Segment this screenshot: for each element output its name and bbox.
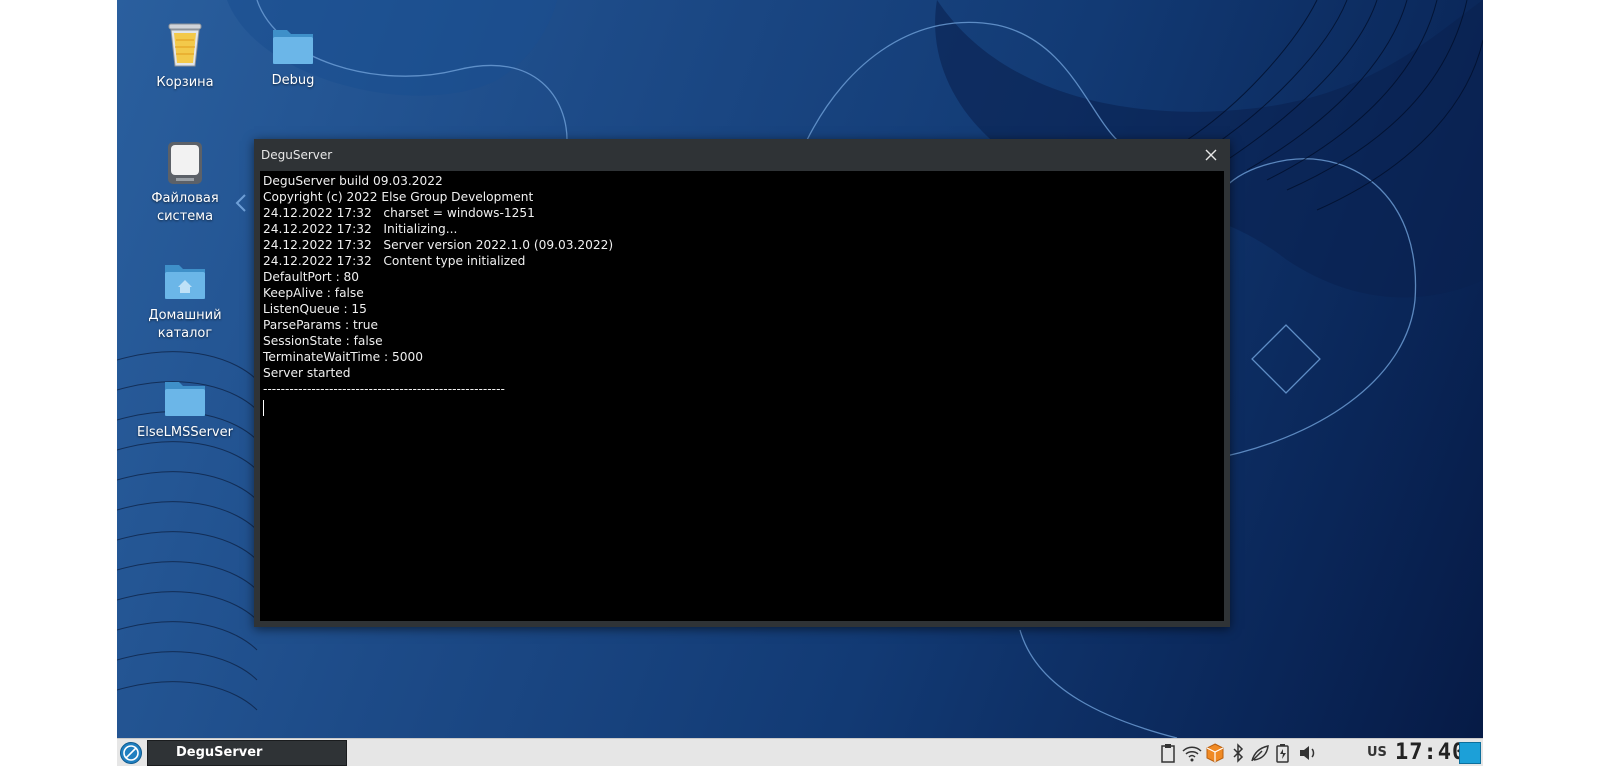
battery-icon[interactable] <box>1272 743 1294 763</box>
desktop-icon-label: Файловая система <box>151 191 219 224</box>
deguserver-window: DeguServer DeguServer build 09.03.2022 Co… <box>254 139 1230 627</box>
clock[interactable]: 17:40 <box>1395 740 1466 765</box>
console-line: Copyright (c) 2022 Else Group Developmen… <box>263 190 534 204</box>
console-output[interactable]: DeguServer build 09.03.2022 Copyright (c)… <box>260 171 1224 621</box>
desktop-icon-label: ElseLMSServer <box>137 425 233 440</box>
desktop-icon-label: Debug <box>271 73 315 88</box>
console-line: 24.12.2022 17:32 Server version 2022.1.0… <box>263 238 614 252</box>
text-cursor <box>263 400 264 416</box>
start-menu-button[interactable] <box>119 741 143 765</box>
clipboard-icon[interactable] <box>1157 743 1179 763</box>
close-icon <box>1205 149 1217 161</box>
console-line: DefaultPort : 80 <box>263 270 360 284</box>
console-line: 24.12.2022 17:32 Initializing... <box>263 222 458 236</box>
close-button[interactable] <box>1198 143 1224 167</box>
taskbar-item-deguserver[interactable]: DeguServer <box>147 740 347 766</box>
console-line: TerminateWaitTime : 5000 <box>263 350 423 364</box>
desktop-icon-label: Домашний каталог <box>148 308 222 341</box>
console-lines: DeguServer build 09.03.2022 Copyright (c)… <box>263 173 1224 397</box>
desktop-icon-label: Корзина <box>156 75 214 90</box>
desktop-icon-filesystem[interactable]: Файловая система <box>125 140 245 226</box>
console-line: ListenQueue : 15 <box>263 302 367 316</box>
power-saving-icon[interactable] <box>1249 743 1271 763</box>
console-line: DeguServer build 09.03.2022 <box>263 174 443 188</box>
home-folder-icon <box>165 265 205 299</box>
console-line: ----------------------------------------… <box>263 382 505 396</box>
keyboard-layout-indicator[interactable]: US <box>1367 745 1387 760</box>
window-titlebar[interactable]: DeguServer <box>254 139 1230 171</box>
start-menu-icon <box>120 742 142 764</box>
console-line: 24.12.2022 17:32 Content type initialize… <box>263 254 526 268</box>
wifi-icon[interactable] <box>1181 743 1203 763</box>
trash-icon <box>168 23 202 67</box>
drive-icon <box>168 142 202 184</box>
taskbar: DeguServer US 17:40 <box>117 738 1483 766</box>
window-title: DeguServer <box>261 148 333 162</box>
desktop-icon-elselmsserver[interactable]: ElseLMSServer <box>125 374 245 442</box>
volume-icon[interactable] <box>1297 743 1319 763</box>
console-line: SessionState : false <box>263 334 383 348</box>
console-line: 24.12.2022 17:32 charset = windows-1251 <box>263 206 535 220</box>
desktop: Корзина Debug Файловая система Домашний … <box>117 0 1483 766</box>
folder-icon <box>273 30 313 64</box>
package-update-icon[interactable] <box>1204 743 1226 763</box>
show-desktop-button[interactable] <box>1459 742 1481 764</box>
desktop-icon-debug[interactable]: Debug <box>233 22 353 90</box>
folder-icon <box>165 382 205 416</box>
desktop-icon-home[interactable]: Домашний каталог <box>125 257 245 343</box>
console-line: Server started <box>263 366 351 380</box>
desktop-icon-trash[interactable]: Корзина <box>125 20 245 92</box>
console-line: ParseParams : true <box>263 318 378 332</box>
bluetooth-icon[interactable] <box>1227 743 1249 763</box>
console-line: KeepAlive : false <box>263 286 364 300</box>
